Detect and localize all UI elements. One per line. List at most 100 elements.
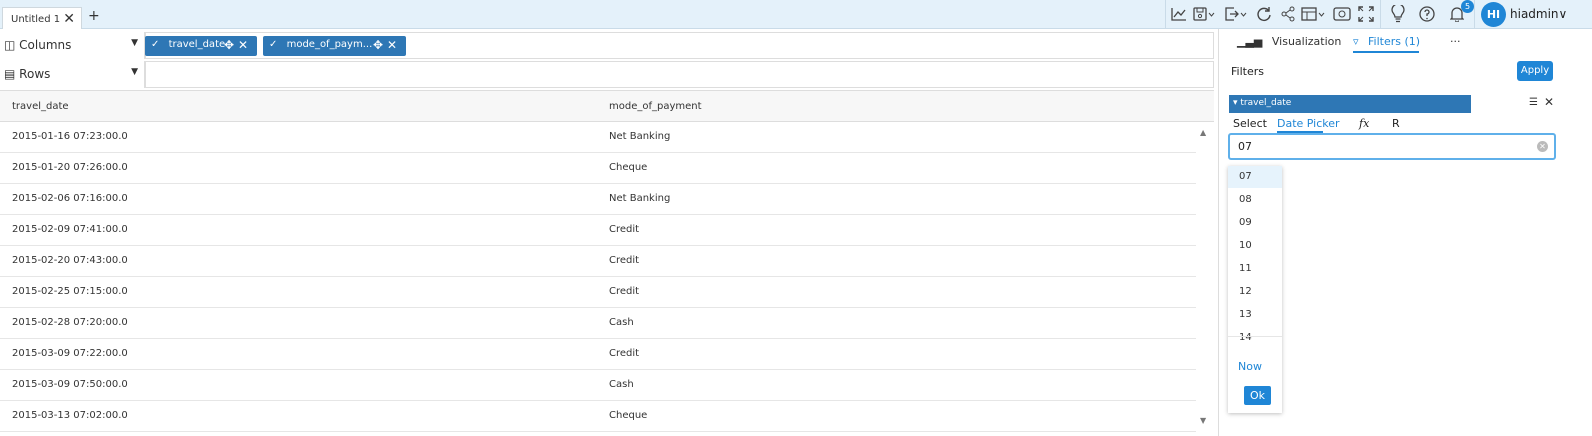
cell-mode-of-payment: Credit bbox=[609, 286, 640, 297]
data-grid: travel_date mode_of_payment 2015-01-16 0… bbox=[0, 90, 1214, 436]
remove-pill-icon[interactable]: ✕ bbox=[238, 38, 248, 52]
column-header-travel-date[interactable]: travel_date bbox=[12, 101, 69, 112]
columns-icon: ◫ bbox=[4, 38, 16, 52]
export-icon[interactable] bbox=[1224, 4, 1250, 24]
cell-mode-of-payment: Cheque bbox=[609, 162, 648, 173]
table-row: 2015-03-13 07:02:00.0 Cheque bbox=[0, 401, 1196, 432]
chevron-down-icon[interactable]: ▼ bbox=[131, 67, 138, 77]
apply-button[interactable]: Apply bbox=[1517, 61, 1553, 81]
move-icon[interactable]: ✥ bbox=[373, 38, 383, 52]
table-row: 2015-02-28 07:20:00.0 Cash bbox=[0, 308, 1196, 339]
cell-travel-date: 2015-03-09 07:50:00.0 bbox=[12, 379, 128, 390]
table-row: 2015-03-09 07:22:00.0 Credit bbox=[0, 339, 1196, 370]
cell-mode-of-payment: Credit bbox=[609, 255, 640, 266]
now-link[interactable]: Now bbox=[1238, 360, 1262, 373]
option-10[interactable]: 10 bbox=[1228, 235, 1282, 257]
layout-icon[interactable] bbox=[1300, 4, 1328, 24]
notification-badge: 5 bbox=[1461, 0, 1474, 13]
pill-label: mode_of_paym... bbox=[286, 39, 373, 50]
option-12[interactable]: 12 bbox=[1228, 281, 1282, 303]
ok-button[interactable]: Ok bbox=[1244, 386, 1271, 405]
option-11[interactable]: 11 bbox=[1228, 258, 1282, 280]
filter-field-label: travel_date bbox=[1240, 98, 1292, 108]
cell-travel-date: 2015-02-09 07:41:00.0 bbox=[12, 224, 128, 235]
remove-filter-icon[interactable]: ✕ bbox=[1544, 95, 1554, 109]
tab-visualization-label: Visualization bbox=[1271, 35, 1342, 48]
list-icon[interactable]: ☰ bbox=[1529, 97, 1538, 108]
filter-value-input[interactable]: 07 ✕ bbox=[1228, 133, 1556, 160]
bar-chart-icon: ▁▃▅ bbox=[1237, 35, 1263, 48]
view-icon[interactable] bbox=[1332, 4, 1352, 24]
clear-icon[interactable]: ✕ bbox=[1537, 141, 1548, 152]
option-13[interactable]: 13 bbox=[1228, 304, 1282, 326]
check-circle-icon: ✓ bbox=[151, 39, 160, 50]
cell-travel-date: 2015-02-06 07:16:00.0 bbox=[12, 193, 128, 204]
subtab-fx[interactable]: fx bbox=[1359, 117, 1369, 130]
right-panel: ▁▃▅ Visualization ▿ Filters (1) ··· Filt… bbox=[1218, 29, 1592, 436]
filter-header-travel-date[interactable]: ▾ travel_date bbox=[1229, 95, 1471, 113]
save-icon[interactable] bbox=[1192, 4, 1218, 24]
tab-filters[interactable]: ▿ Filters (1) bbox=[1353, 35, 1420, 48]
cell-mode-of-payment: Net Banking bbox=[609, 193, 671, 204]
cell-travel-date: 2015-02-20 07:43:00.0 bbox=[12, 255, 128, 266]
remove-pill-icon[interactable]: ✕ bbox=[387, 38, 397, 52]
tab-filters-label: Filters (1) bbox=[1368, 35, 1421, 48]
toolbar-divider bbox=[1474, 0, 1475, 29]
subtab-r[interactable]: R bbox=[1392, 117, 1400, 130]
subtab-date-picker[interactable]: Date Picker bbox=[1277, 117, 1340, 130]
cell-mode-of-payment: Cheque bbox=[609, 410, 648, 421]
active-tab-indicator bbox=[1353, 51, 1419, 53]
column-pill-mode-of-payment[interactable]: ✓ mode_of_paym... ✥ ✕ bbox=[263, 36, 406, 56]
cell-travel-date: 2015-03-09 07:22:00.0 bbox=[12, 348, 128, 359]
move-icon[interactable]: ✥ bbox=[224, 38, 234, 52]
rows-shelf-label[interactable]: ▤ Rows ▼ bbox=[0, 61, 145, 88]
rows-shelf[interactable] bbox=[145, 61, 1214, 88]
cell-mode-of-payment: Credit bbox=[609, 224, 640, 235]
option-08[interactable]: 08 bbox=[1228, 189, 1282, 211]
close-tab-icon[interactable]: ✕ bbox=[63, 11, 75, 27]
rows-icon: ▤ bbox=[4, 67, 16, 81]
columns-shelf-label[interactable]: ◫ Columns ▼ bbox=[0, 32, 145, 59]
caret-down-icon: ▾ bbox=[1233, 98, 1238, 108]
vertical-scrollbar[interactable]: ▲ ▼ bbox=[1196, 122, 1214, 427]
table-row: 2015-02-20 07:43:00.0 Credit bbox=[0, 246, 1196, 277]
cell-mode-of-payment: Cash bbox=[609, 379, 634, 390]
chevron-down-icon[interactable]: ▼ bbox=[131, 38, 138, 48]
option-09[interactable]: 09 bbox=[1228, 212, 1282, 234]
user-menu[interactable]: hiadmin∨ bbox=[1510, 7, 1567, 21]
scroll-down-icon[interactable]: ▼ bbox=[1200, 416, 1206, 425]
fullscreen-icon[interactable] bbox=[1356, 4, 1376, 24]
tab-untitled-1[interactable]: Untitled 1 ✕ bbox=[2, 7, 82, 29]
cell-mode-of-payment: Cash bbox=[609, 317, 634, 328]
cell-travel-date: 2015-01-20 07:26:00.0 bbox=[12, 162, 128, 173]
cell-mode-of-payment: Net Banking bbox=[609, 131, 671, 142]
bulb-icon[interactable] bbox=[1388, 4, 1408, 24]
scroll-up-icon[interactable]: ▲ bbox=[1200, 128, 1206, 137]
column-header-mode-of-payment[interactable]: mode_of_payment bbox=[609, 101, 702, 112]
rows-label: Rows bbox=[19, 67, 51, 81]
option-07[interactable]: 07 bbox=[1228, 166, 1282, 188]
top-bar: Untitled 1 ✕ + 5 HI hiadmin∨ bbox=[0, 0, 1592, 29]
column-pill-travel-date[interactable]: ✓ travel_date ✥ ✕ bbox=[145, 36, 257, 56]
toolbar-divider bbox=[1165, 0, 1166, 29]
cell-mode-of-payment: Credit bbox=[609, 348, 640, 359]
line-chart-icon[interactable] bbox=[1169, 4, 1189, 24]
more-options-icon[interactable]: ··· bbox=[1450, 35, 1461, 48]
tab-visualization[interactable]: ▁▃▅ Visualization bbox=[1237, 35, 1341, 48]
table-row: 2015-02-09 07:41:00.0 Credit bbox=[0, 215, 1196, 246]
filter-value: 07 bbox=[1238, 140, 1252, 153]
option-14[interactable]: 14 bbox=[1228, 327, 1282, 349]
filter-icon: ▿ bbox=[1353, 35, 1359, 48]
cell-travel-date: 2015-02-28 07:20:00.0 bbox=[12, 317, 128, 328]
tab-label: Untitled 1 bbox=[11, 14, 61, 25]
check-circle-icon: ✓ bbox=[269, 39, 278, 50]
help-icon[interactable] bbox=[1417, 4, 1437, 24]
add-tab-icon[interactable]: + bbox=[88, 8, 100, 24]
dropdown-divider bbox=[1228, 336, 1282, 337]
share-icon[interactable] bbox=[1278, 4, 1298, 24]
subtab-select[interactable]: Select bbox=[1233, 117, 1267, 130]
table-row: 2015-02-25 07:15:00.0 Credit bbox=[0, 277, 1196, 308]
table-row: 2015-01-16 07:23:00.0 Net Banking bbox=[0, 122, 1196, 153]
avatar[interactable]: HI bbox=[1481, 2, 1506, 27]
refresh-icon[interactable] bbox=[1254, 4, 1274, 24]
